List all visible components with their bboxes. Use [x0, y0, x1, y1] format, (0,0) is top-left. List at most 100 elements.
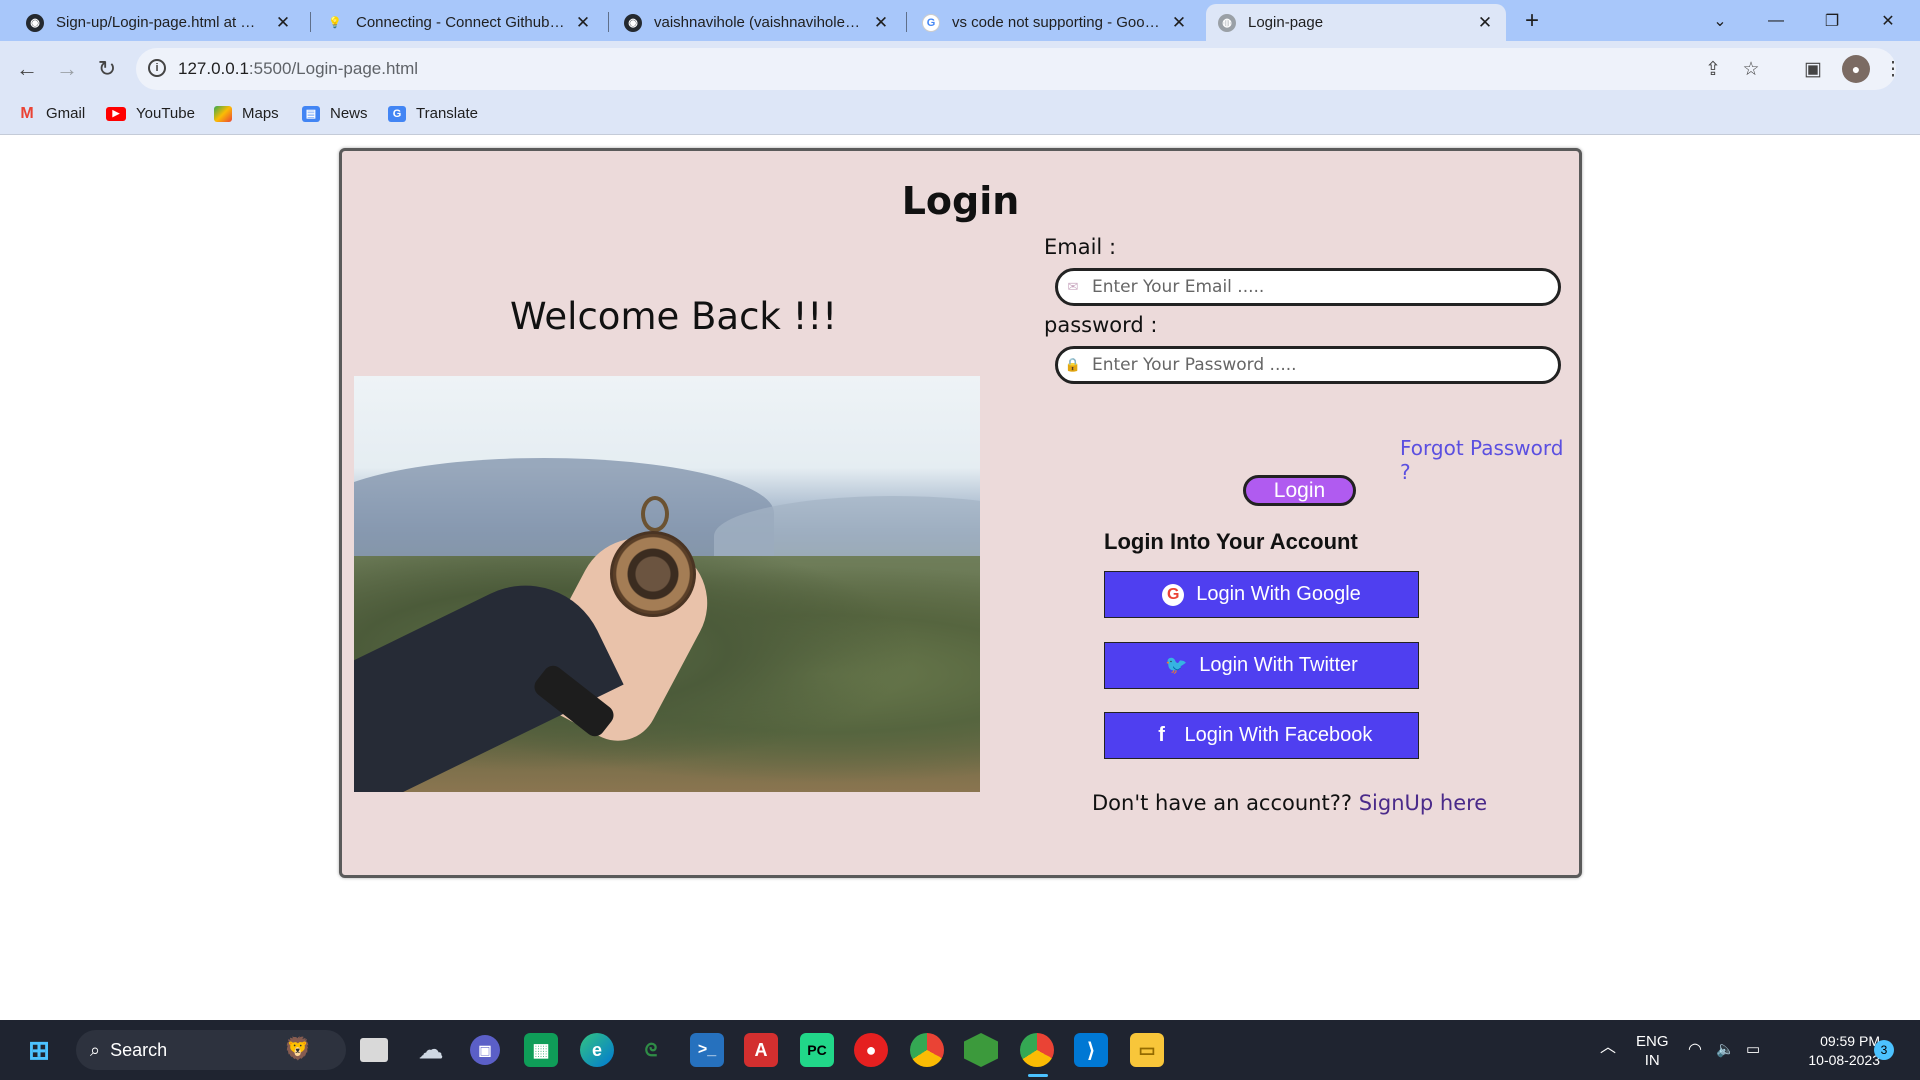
photo-compass — [610, 531, 696, 617]
pycharm-icon[interactable]: PC — [800, 1033, 834, 1067]
compass-photo — [354, 376, 980, 792]
email-field[interactable]: ✉ — [1055, 268, 1561, 306]
close-icon[interactable]: ✕ — [1170, 13, 1188, 32]
bookmark-label: Translate — [416, 105, 478, 122]
email-input[interactable] — [1092, 277, 1532, 297]
address-bar[interactable]: i 127.0.0.1:5500/Login-page.html ⇪ ☆ — [136, 48, 1896, 90]
bookmark-label: Gmail — [46, 105, 86, 122]
cloud-app-icon[interactable]: ☁ — [414, 1033, 448, 1067]
region-code: IN — [1644, 1052, 1660, 1069]
login-card: Login Welcome Back !!! Email : ✉ passwor… — [339, 148, 1582, 878]
forgot-password-link[interactable]: Forgot Password ? — [1400, 436, 1579, 484]
bookmark-youtube[interactable]: ▶ YouTube — [106, 105, 195, 122]
tab-title: vaishnavihole (vaishnavihole) / R — [654, 14, 864, 31]
url-path: :5500/Login-page.html — [248, 59, 419, 78]
bookmark-gmail[interactable]: M Gmail — [18, 105, 86, 123]
close-icon[interactable]: ✕ — [574, 13, 592, 32]
bookmark-translate[interactable]: G Translate — [388, 105, 478, 122]
vscode-icon[interactable]: ⟩ — [1074, 1033, 1108, 1067]
tab-title: Connecting - Connect Github use — [356, 14, 566, 31]
login-facebook-button[interactable]: f Login With Facebook — [1104, 712, 1419, 759]
notification-badge[interactable]: 3 — [1874, 1040, 1894, 1060]
volume-icon[interactable]: 🔈 — [1716, 1040, 1735, 1059]
new-tab-button[interactable]: + — [1504, 0, 1560, 41]
tab-connecting[interactable]: 💡 Connecting - Connect Github use ✕ — [314, 4, 604, 41]
share-icon[interactable]: ⇪ — [1702, 58, 1724, 80]
tab-login-page[interactable]: ◍ Login-page ✕ — [1206, 4, 1506, 41]
geeksforgeeks-icon[interactable]: ᘓ — [634, 1033, 668, 1067]
photo-compass-ring — [641, 496, 669, 532]
clock[interactable]: 09:59 PM 10-08-2023 — [1784, 1032, 1880, 1070]
acrobat-icon[interactable]: A — [744, 1033, 778, 1067]
password-input[interactable] — [1092, 355, 1532, 375]
bookmark-label: News — [330, 105, 368, 122]
login-google-button[interactable]: G Login With Google — [1104, 571, 1419, 618]
sheets-icon[interactable]: ▦ — [524, 1033, 558, 1067]
login-button[interactable]: Login — [1243, 475, 1356, 506]
forward-button[interactable]: → — [48, 50, 86, 88]
globe-icon: ◍ — [1218, 13, 1236, 32]
taskbar-search-label: Search — [110, 1039, 168, 1060]
bookmark-maps[interactable]: Maps — [214, 105, 279, 122]
tab-search-chevron-icon[interactable]: ⌄ — [1692, 0, 1748, 41]
search-icon: ⌕ — [90, 1039, 101, 1060]
bookmark-label: Maps — [242, 105, 279, 122]
social-login-heading: Login Into Your Account — [1104, 529, 1358, 554]
clock-date: 10-08-2023 — [1808, 1052, 1880, 1068]
signup-link[interactable]: SignUp here — [1359, 791, 1488, 815]
tab-vaishnavihole[interactable]: ◉ vaishnavihole (vaishnavihole) / R ✕ — [612, 4, 902, 41]
edge-icon[interactable]: e — [580, 1033, 614, 1067]
restore-button[interactable]: ❐ — [1804, 0, 1860, 41]
bookmark-news[interactable]: ▤ News — [302, 105, 368, 122]
google-icon: G — [1162, 583, 1185, 606]
chrome-icon[interactable] — [910, 1033, 944, 1067]
battery-icon[interactable]: ▭ — [1746, 1040, 1760, 1059]
file-explorer-icon[interactable]: ▭ — [1130, 1033, 1164, 1067]
close-icon[interactable]: ✕ — [274, 13, 292, 32]
recorder-icon[interactable]: ● — [854, 1033, 888, 1067]
close-icon[interactable]: ✕ — [872, 13, 890, 32]
tab-title: vs code not supporting - Google — [952, 14, 1162, 31]
url-text[interactable]: 127.0.0.1:5500/Login-page.html — [178, 59, 418, 79]
envelope-icon: ✉ — [1067, 279, 1079, 294]
github-icon: ◉ — [624, 13, 642, 32]
bookmark-star-icon[interactable]: ☆ — [1740, 58, 1762, 80]
close-window-button[interactable]: ✕ — [1860, 0, 1916, 41]
taskbar-search[interactable]: ⌕ Search 🦁 — [76, 1030, 346, 1070]
close-icon[interactable]: ✕ — [1476, 13, 1494, 32]
bookmarks-bar: M Gmail ▶ YouTube Maps ▤ News G Translat… — [0, 97, 1920, 135]
powershell-icon[interactable]: >_ — [690, 1033, 724, 1067]
welcome-heading: Welcome Back !!! — [510, 295, 838, 338]
web-page: Login Welcome Back !!! Email : ✉ passwor… — [0, 135, 1920, 1020]
translate-icon: G — [388, 105, 406, 122]
clock-time: 09:59 PM — [1820, 1033, 1880, 1049]
tab-signup-login[interactable]: ◉ Sign-up/Login-page.html at main ✕ — [14, 4, 304, 41]
wifi-icon[interactable]: ◠ — [1688, 1040, 1702, 1059]
twitter-icon: 🐦 — [1165, 655, 1188, 675]
side-panel-icon[interactable]: ▣ — [1802, 58, 1824, 80]
tab-separator — [310, 12, 311, 32]
chrome-active-icon[interactable] — [1020, 1033, 1054, 1067]
site-info-icon[interactable]: i — [148, 59, 166, 77]
tab-title: Login-page — [1248, 14, 1324, 31]
profile-avatar[interactable]: ● — [1842, 55, 1870, 83]
google-button-label: Login With Google — [1196, 583, 1361, 605]
email-label: Email : — [1044, 235, 1117, 259]
task-view-icon[interactable] — [360, 1038, 388, 1062]
tray-chevron-icon[interactable]: ︿ — [1600, 1038, 1616, 1057]
tab-google-search[interactable]: G vs code not supporting - Google ✕ — [910, 4, 1200, 41]
password-field[interactable]: 🔒 — [1055, 346, 1561, 384]
nodejs-icon[interactable] — [964, 1033, 998, 1067]
minimize-button[interactable]: — — [1748, 0, 1804, 41]
windows-start-icon[interactable]: ⊞ — [22, 1033, 56, 1067]
teams-chat-icon[interactable]: ▣ — [470, 1035, 500, 1065]
menu-dots-icon[interactable]: ⋮ — [1882, 58, 1904, 80]
login-twitter-button[interactable]: 🐦 Login With Twitter — [1104, 642, 1419, 689]
reload-button[interactable]: ↻ — [88, 50, 126, 88]
language-code: ENG — [1636, 1033, 1669, 1050]
back-button[interactable]: ← — [8, 50, 46, 88]
github-icon: ◉ — [26, 13, 44, 32]
language-indicator[interactable]: ENG IN — [1636, 1032, 1669, 1070]
signup-prompt-text: Don't have an account?? — [1092, 791, 1359, 815]
tab-separator — [906, 12, 907, 32]
